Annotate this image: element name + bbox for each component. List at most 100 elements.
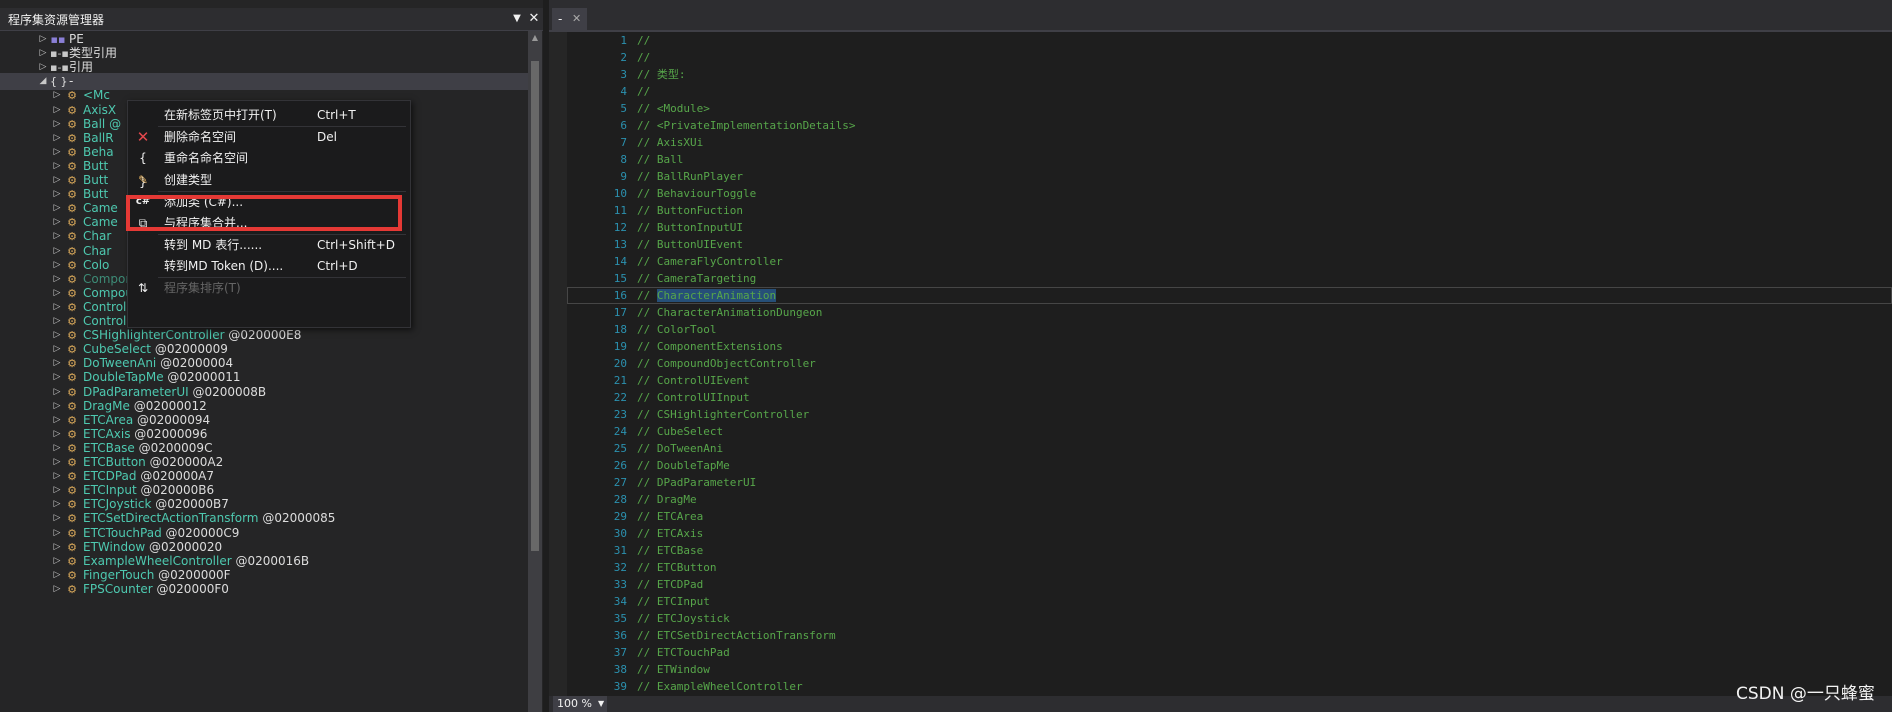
code-comment: // ETCButton bbox=[637, 561, 717, 574]
code-comment: // bbox=[637, 34, 651, 47]
code-line[interactable]: 14 // CameraFlyController bbox=[567, 253, 1892, 270]
metadata-token: @020000B7 bbox=[151, 497, 229, 512]
collapsed-triangle-icon[interactable]: ▷ bbox=[52, 581, 62, 598]
line-number: 38 bbox=[613, 663, 627, 676]
code-comment: // ETCArea bbox=[637, 510, 704, 523]
line-number: 18 bbox=[613, 323, 627, 336]
code-line[interactable]: 11 // ButtonFuction bbox=[567, 202, 1892, 219]
menu-item[interactable]: ✎ 创建类型 bbox=[128, 168, 410, 192]
close-icon[interactable]: ✕ bbox=[526, 10, 542, 28]
code-comment: // CubeSelect bbox=[637, 425, 724, 438]
code-line[interactable]: 27 // DPadParameterUI bbox=[567, 474, 1892, 491]
code-line[interactable]: 5 // <Module> bbox=[567, 100, 1892, 117]
line-number: 39 bbox=[613, 680, 627, 693]
code-line[interactable]: 4 // bbox=[567, 83, 1892, 100]
explorer-header: 程序集资源管理器 ▼ ✕ bbox=[0, 8, 543, 31]
code-line[interactable]: 20 // CompoundObjectController bbox=[567, 355, 1892, 372]
line-number: 4 bbox=[620, 85, 627, 98]
code-line[interactable]: 7 // AxisXUi bbox=[567, 134, 1892, 151]
menu-item[interactable]: 转到MD Token (D).... Ctrl+D bbox=[128, 254, 410, 278]
type-name: ETCAxis bbox=[83, 426, 131, 441]
code-line[interactable]: 8 // Ball bbox=[567, 151, 1892, 168]
line-number: 6 bbox=[620, 119, 627, 132]
line-number: 14 bbox=[613, 255, 627, 268]
code-comment: // ETCInput bbox=[637, 595, 710, 608]
code-comment: // BallRunPlayer bbox=[637, 170, 743, 183]
code-comment: // ButtonUIEvent bbox=[637, 238, 743, 251]
type-name: ETCBase bbox=[83, 440, 135, 455]
code-line[interactable]: 37 // ETCTouchPad bbox=[567, 644, 1892, 661]
line-number: 29 bbox=[613, 510, 627, 523]
code-line[interactable]: 23 // CSHighlighterController bbox=[567, 406, 1892, 423]
menu-item[interactable]: ✕ 删除命名空间 Del bbox=[128, 125, 410, 149]
code-line[interactable]: 38 // ETWindow bbox=[567, 661, 1892, 678]
type-name: 类型引用 bbox=[69, 46, 118, 61]
code-line[interactable]: 30 // ETCAxis bbox=[567, 525, 1892, 542]
code-line[interactable]: 21 // ControlUIEvent bbox=[567, 372, 1892, 389]
code-line[interactable]: 25 // DoTweenAni bbox=[567, 440, 1892, 457]
menu-item[interactable]: { } 重命名命名空间 bbox=[128, 146, 410, 189]
menu-item-shortcut: Del bbox=[317, 129, 337, 144]
code-line[interactable]: 16 // CharacterAnimation bbox=[567, 287, 1892, 304]
metadata-token: @020000A2 bbox=[145, 455, 224, 469]
code-line[interactable]: 15 // CameraTargeting bbox=[567, 270, 1892, 287]
type-name: BallR bbox=[83, 130, 114, 145]
scrollbar-thumb[interactable] bbox=[531, 61, 539, 551]
code-line[interactable]: 1 // bbox=[567, 32, 1892, 49]
code-line[interactable]: 28 // DragMe bbox=[567, 491, 1892, 508]
type-name: Char bbox=[83, 229, 112, 244]
code-view[interactable]: 1 // 2 // 3 // 类型: 4 // 5 // <Module> 6 // <Private… bbox=[567, 32, 1892, 710]
metadata-token: @02000012 bbox=[129, 398, 207, 413]
code-line[interactable]: 35 // ETCJoystick bbox=[567, 610, 1892, 627]
zoom-value: 100 % bbox=[557, 697, 592, 710]
code-line[interactable]: 32 // ETCButton bbox=[567, 559, 1892, 576]
code-line[interactable]: 10 // BehaviourToggle bbox=[567, 185, 1892, 202]
type-name: Came bbox=[83, 215, 118, 230]
code-line[interactable]: 18 // ColorTool bbox=[567, 321, 1892, 338]
code-line[interactable]: 9 // BallRunPlayer bbox=[567, 168, 1892, 185]
line-number: 9 bbox=[620, 170, 627, 183]
menu-item[interactable]: 转到 MD 表行...... Ctrl+Shift+D bbox=[128, 233, 410, 257]
menu-item-label: 删除命名空间 bbox=[164, 129, 237, 144]
metadata-token: @02000020 bbox=[145, 539, 223, 554]
code-line[interactable]: 17 // CharacterAnimationDungeon bbox=[567, 304, 1892, 321]
code-line[interactable]: 19 // ComponentExtensions bbox=[567, 338, 1892, 355]
code-line[interactable]: 22 // ControlUIInput bbox=[567, 389, 1892, 406]
code-line[interactable]: 6 // <PrivateImplementationDetails> bbox=[567, 117, 1892, 134]
code-line[interactable]: 31 // ETCBase bbox=[567, 542, 1892, 559]
tab-close-icon[interactable]: ✕ bbox=[572, 8, 581, 30]
menu-item[interactable]: 在新标签页中打开(T) Ctrl+T bbox=[128, 103, 410, 127]
code-comment: // CameraFlyController bbox=[637, 255, 783, 268]
code-line[interactable]: 12 // ButtonInputUI bbox=[567, 219, 1892, 236]
metadata-token: @0200000F bbox=[154, 567, 231, 582]
code-line[interactable]: 39 // ExampleWheelController bbox=[567, 678, 1892, 695]
zoom-dropdown[interactable]: 100 % ▼ bbox=[553, 696, 607, 712]
code-line[interactable]: 29 // ETCArea bbox=[567, 508, 1892, 525]
code-comment: // Ball bbox=[637, 153, 684, 166]
code-line[interactable]: 36 // ETCSetDirectActionTransform bbox=[567, 627, 1892, 644]
menu-item-label: 在新标签页中打开(T) bbox=[164, 108, 277, 123]
code-line[interactable]: 3 // 类型: bbox=[567, 66, 1892, 83]
metadata-token: @0200009C bbox=[134, 440, 213, 455]
code-comment: // 类型: bbox=[637, 68, 686, 81]
code-line[interactable]: 2 // bbox=[567, 49, 1892, 66]
code-comment: // ETCAxis bbox=[637, 527, 704, 540]
code-line[interactable]: 34 // ETCInput bbox=[567, 593, 1892, 610]
document-tab-strip: - ✕ bbox=[549, 0, 1892, 30]
code-line[interactable]: 33 // ETCDPad bbox=[567, 576, 1892, 593]
metadata-token: @02000004 bbox=[156, 356, 234, 371]
code-line[interactable]: 13 // ButtonUIEvent bbox=[567, 236, 1892, 253]
document-tab[interactable]: - ✕ bbox=[552, 8, 587, 30]
code-line[interactable]: 26 // DoubleTapMe bbox=[567, 457, 1892, 474]
type-name: Colo bbox=[83, 257, 110, 272]
scroll-up-icon[interactable]: ▲ bbox=[528, 31, 542, 45]
create-type-icon: ✎ bbox=[137, 172, 149, 187]
tree-node[interactable]: ▷ ⚙ FPSCounter @020000F0 bbox=[0, 581, 528, 598]
line-number: 5 bbox=[620, 102, 627, 115]
tree-scrollbar[interactable]: ▲ bbox=[528, 31, 542, 712]
type-name: ETCSetDirectActionTransform bbox=[83, 511, 259, 526]
dropdown-icon[interactable]: ▼ bbox=[510, 10, 524, 28]
type-name: Beha bbox=[83, 144, 114, 159]
code-line[interactable]: 24 // CubeSelect bbox=[567, 423, 1892, 440]
type-name: PE bbox=[69, 32, 84, 46]
